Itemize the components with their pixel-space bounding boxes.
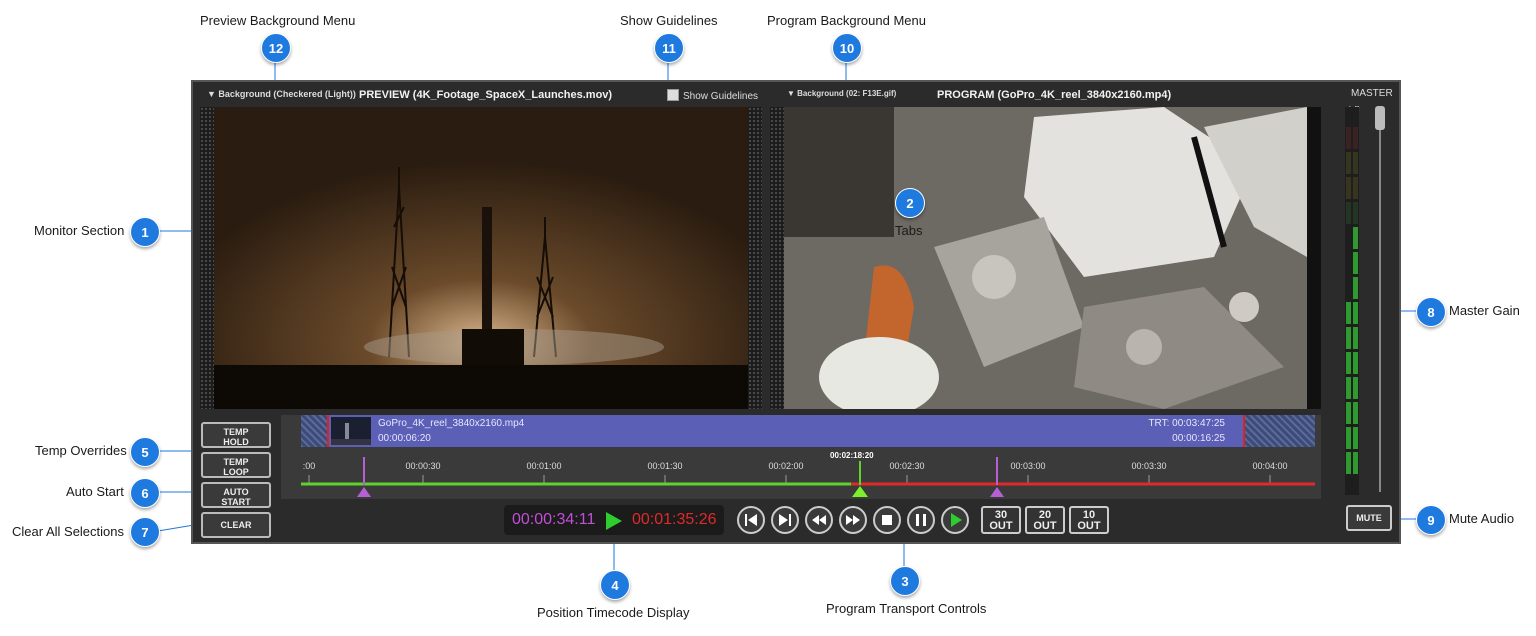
callout-badge-12: 12: [261, 33, 291, 63]
callout-label-show-guidelines: Show Guidelines: [620, 13, 718, 28]
position-timecode-display: 00:00:34:11 00:01:35:26: [504, 505, 724, 535]
program-background-menu[interactable]: ▼ Background (02: F13E.gif): [787, 89, 896, 98]
auto-start-line1: AUTO: [223, 487, 249, 497]
go-to-start-icon: [745, 514, 757, 526]
go-to-start-button[interactable]: [737, 506, 765, 534]
master-gain-fader[interactable]: [1375, 106, 1385, 130]
program-monitor[interactable]: [770, 107, 1321, 409]
pause-icon: [916, 514, 926, 526]
play-button[interactable]: [941, 506, 969, 534]
remaining-timecode: 00:01:35:26: [632, 511, 717, 528]
temp-hold-button[interactable]: TEMP HOLD: [201, 422, 271, 448]
callout-badge-3: 3: [890, 566, 920, 596]
callout-badge-5: 5: [130, 437, 160, 467]
fast-forward-icon: [846, 515, 860, 525]
show-guidelines-label: Show Guidelines: [683, 91, 759, 102]
clip-in-timecode: 00:00:06:20: [378, 433, 431, 444]
monitor-grill: [200, 107, 214, 409]
callout-badge-10: 10: [832, 33, 862, 63]
10-out-button[interactable]: 10 OUT: [1069, 506, 1109, 534]
clip-name: GoPro_4K_reel_3840x2160.mp4: [378, 418, 525, 429]
callout-badge-7: 7: [130, 517, 160, 547]
temp-loop-button[interactable]: TEMP LOOP: [201, 452, 271, 478]
pause-button[interactable]: [907, 506, 935, 534]
timeline-ruler: [301, 457, 1315, 497]
next-clip-button[interactable]: [771, 506, 799, 534]
30-out-button[interactable]: 30 OUT: [981, 506, 1021, 534]
playout-window: ▼ Background (Checkered (Light)) PREVIEW…: [191, 80, 1401, 544]
20-out-word: OUT: [1033, 520, 1057, 532]
monitor-grill: [770, 107, 784, 409]
callout-badge-2: 2: [895, 188, 925, 218]
callout-label-master-gain: Master Gain: [1449, 303, 1520, 318]
preview-title: PREVIEW (4K_Footage_SpaceX_Launches.mov): [359, 89, 613, 101]
gopro-video-frame: [784, 107, 1307, 409]
clip-in-marker: [327, 415, 329, 447]
callout-badge-6: 6: [130, 478, 160, 508]
temp-hold-line2: HOLD: [223, 437, 249, 447]
clip-hatch: [301, 415, 329, 447]
clip-out-timecode: 00:00:16:25: [1172, 433, 1225, 444]
callout-label-transport: Program Transport Controls: [826, 601, 987, 616]
callout-label-mute-audio: Mute Audio: [1449, 511, 1515, 526]
mute-button[interactable]: MUTE: [1346, 505, 1392, 531]
20-out-button[interactable]: 20 OUT: [1025, 506, 1065, 534]
callout-badge-9: 9: [1416, 505, 1446, 535]
callout-label-temp-overrides: Temp Overrides: [35, 443, 127, 458]
stop-button[interactable]: [873, 506, 901, 534]
rewind-icon: [812, 515, 826, 525]
clip-hatch: [1245, 415, 1315, 447]
temp-loop-line2: LOOP: [223, 467, 249, 477]
auto-start-button[interactable]: AUTO START: [201, 482, 271, 508]
clip-thumbnail: [331, 417, 371, 445]
callout-label-auto-start: Auto Start: [66, 484, 124, 499]
stop-icon: [882, 515, 892, 525]
callout-badge-1: 1: [130, 217, 160, 247]
callout-label-program-bg: Program Background Menu: [767, 13, 926, 28]
checkbox-icon[interactable]: [667, 89, 679, 101]
preview-monitor[interactable]: [200, 107, 762, 409]
temp-loop-line1: TEMP: [223, 457, 249, 467]
fast-forward-button[interactable]: [839, 506, 867, 534]
callout-badge-8: 8: [1416, 297, 1446, 327]
show-guidelines-checkbox[interactable]: Show Guidelines: [667, 89, 758, 102]
callout-label-monitor-section: Monitor Section: [34, 223, 125, 238]
callout-badge-11: 11: [654, 33, 684, 63]
master-level-meter: [1345, 107, 1359, 495]
monitor-grill: [748, 107, 762, 409]
master-gain-track[interactable]: [1379, 110, 1381, 492]
monitor-header: ▼ Background (Checkered (Light)) PREVIEW…: [193, 82, 1399, 108]
clip-out-marker: [1243, 415, 1245, 447]
program-title: PROGRAM (GoPro_4K_reel_3840x2160.mp4): [937, 89, 1172, 101]
callout-label-clear-all: Clear All Selections: [12, 524, 124, 539]
program-timeline[interactable]: GoPro_4K_reel_3840x2160.mp4 00:00:06:20 …: [281, 415, 1321, 499]
next-clip-icon: [779, 514, 791, 526]
30-out-word: OUT: [989, 520, 1013, 532]
auto-start-line2: START: [221, 497, 251, 507]
callout-label-position-tc: Position Timecode Display: [537, 605, 690, 620]
preview-background-menu[interactable]: ▼ Background (Checkered (Light)): [207, 89, 356, 99]
callout-label-tabs: Tabs: [895, 223, 923, 238]
temp-hold-line1: TEMP: [223, 427, 249, 437]
10-out-word: OUT: [1077, 520, 1101, 532]
play-icon: [951, 513, 962, 527]
launch-pad-video-frame: [214, 107, 748, 409]
clear-button[interactable]: CLEAR: [201, 512, 271, 538]
clip-trt: TRT: 00:03:47:25: [1148, 418, 1225, 429]
clip-bar[interactable]: GoPro_4K_reel_3840x2160.mp4 00:00:06:20 …: [301, 415, 1315, 447]
callout-badge-4: 4: [600, 570, 630, 600]
callout-label-preview-bg: Preview Background Menu: [200, 13, 356, 28]
rewind-button[interactable]: [805, 506, 833, 534]
play-status-icon: [606, 512, 622, 530]
master-label: MASTER: [1351, 88, 1393, 99]
position-timecode: 00:00:34:11: [512, 511, 596, 528]
